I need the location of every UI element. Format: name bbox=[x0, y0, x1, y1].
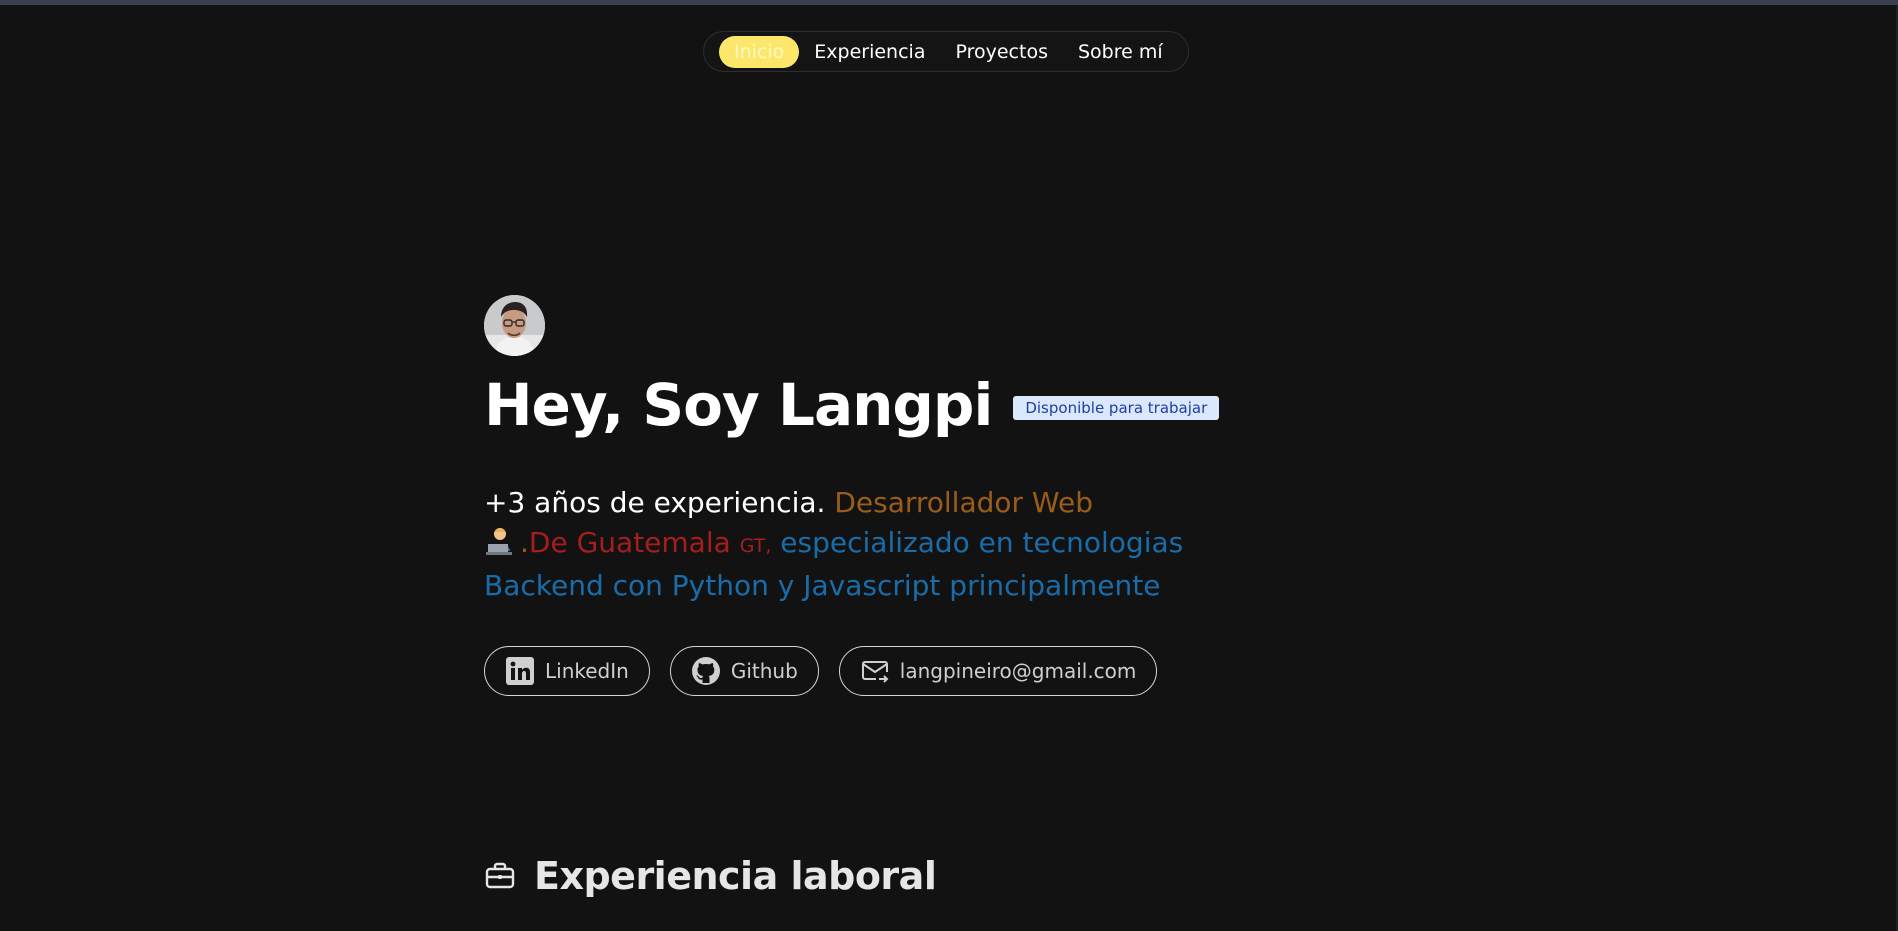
browser-top-bar bbox=[0, 0, 1898, 5]
linkedin-button[interactable]: LinkedIn bbox=[484, 646, 650, 696]
hero-title-row: Hey, Soy Langpi Disponible para trabajar bbox=[484, 370, 1220, 440]
briefcase-icon bbox=[485, 862, 515, 889]
social-links: LinkedIn Github langpineiro@gmail.com bbox=[484, 646, 1158, 696]
avatar-photo bbox=[484, 295, 545, 356]
mail-icon bbox=[861, 661, 889, 683]
main-nav: Inicio Experiencia Proyectos Sobre mí bbox=[703, 31, 1189, 72]
bio-role: Desarrollador Web bbox=[834, 486, 1093, 519]
linkedin-label: LinkedIn bbox=[545, 659, 629, 683]
email-label: langpineiro@gmail.com bbox=[899, 659, 1137, 683]
nav-item-experiencia[interactable]: Experiencia bbox=[799, 35, 940, 69]
experience-title: Experiencia laboral bbox=[534, 854, 937, 898]
github-icon bbox=[691, 657, 720, 685]
page-title: Hey, Soy Langpi bbox=[484, 371, 993, 439]
github-button[interactable]: Github bbox=[669, 646, 819, 696]
nav-item-sobre-mi[interactable]: Sobre mí bbox=[1063, 35, 1178, 69]
nav-item-inicio[interactable]: Inicio bbox=[719, 35, 800, 68]
linkedin-icon bbox=[506, 657, 534, 685]
nav-item-proyectos[interactable]: Proyectos bbox=[940, 35, 1063, 69]
availability-badge: Disponible para trabajar bbox=[1013, 396, 1220, 420]
avatar bbox=[484, 295, 545, 356]
hero-bio: +3 años de experiencia. Desarrollador We… bbox=[484, 483, 1204, 606]
bio-lead: +3 años de experiencia. bbox=[484, 486, 826, 519]
country-code: GT, bbox=[739, 535, 772, 557]
email-button[interactable]: langpineiro@gmail.com bbox=[838, 646, 1158, 696]
github-label: Github bbox=[730, 659, 798, 683]
experience-section-header: Experiencia laboral bbox=[484, 854, 937, 898]
bio-dot: . bbox=[520, 526, 529, 559]
technologist-emoji-icon bbox=[484, 525, 520, 557]
bio-country: De Guatemala bbox=[528, 526, 731, 559]
